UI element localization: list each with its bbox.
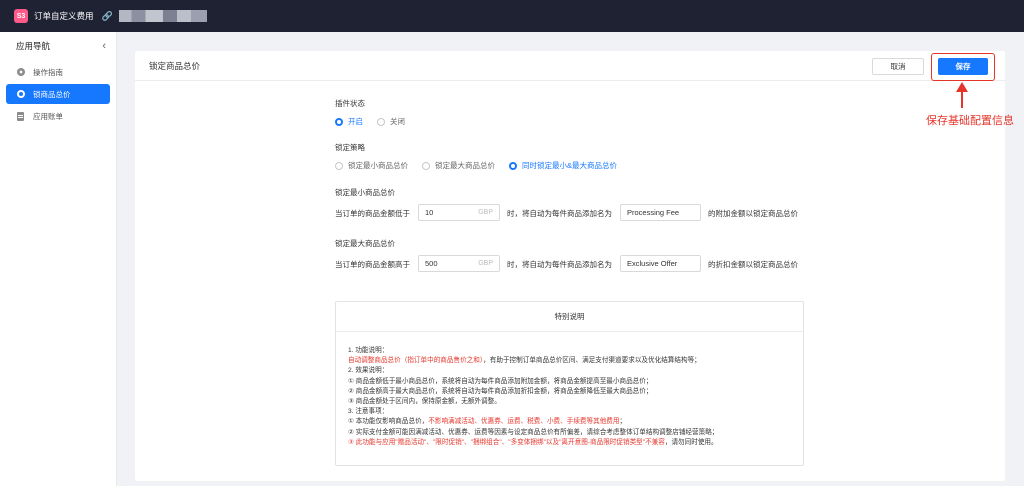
sidebar-item-label: 应用账单 [33,111,63,121]
radio-disable[interactable]: 关闭 [377,116,405,127]
max-lock-label: 锁定最大商品总价 [335,239,395,248]
fee-name-input[interactable] [627,208,694,217]
guide-icon [16,68,25,77]
top-bar: S3 订单自定义费用 🔗 [0,0,1024,32]
max-lock-suffix: 的折扣金额以锁定商品总价 [708,260,798,269]
radio-checked-icon[interactable] [335,117,343,126]
radio-unchecked-icon[interactable] [377,117,385,126]
notes-body: 1. 功能说明： 自动调整商品总价（指订单中的商品售价之和），有助于控制订单商品… [336,332,803,448]
sidebar-header: 应用导航 ‹ [0,32,116,60]
max-amount-input[interactable] [425,259,475,268]
strategy-radio-group: 锁定最小商品总价 锁定最大商品总价 同时锁定最小&最大商品总价 [335,160,631,171]
sidebar-title: 应用导航 [16,41,51,51]
discount-name-input[interactable] [627,259,694,268]
sidebar: 应用导航 ‹ 操作指南 锁商品总价 应用账单 [0,32,117,486]
annotation-label: 保存基础配置信息 [926,115,1014,127]
gear-icon [16,90,25,99]
arrow-up-icon [956,82,968,108]
sidebar-item-label: 锁商品总价 [33,89,71,99]
sidebar-item-label: 操作指南 [33,67,63,77]
document-icon [16,111,25,121]
note-line: ② 商品金额高于最大商品总价，系统将自动为每件商品添加折扣金额，将商品金额降低至… [348,387,653,395]
app-logo-icon: S3 [14,9,28,23]
radio-checked-icon[interactable] [509,161,517,170]
strategy-label: 锁定策略 [335,143,365,152]
min-lock-suffix: 的附加金额以锁定商品总价 [708,209,798,218]
sidebar-item-lock-price[interactable]: 锁商品总价 [6,84,110,104]
link-icon[interactable]: 🔗 [102,11,113,22]
collapse-chevron-icon[interactable]: ‹ [102,40,106,52]
radio-enable[interactable]: 开启 [335,116,363,127]
fee-name-field[interactable] [620,204,701,221]
max-lock-prefix: 当订单的商品金额高于 [335,260,410,269]
note-line: ③ 此功能与应用"赠品活动"、"限时促销"、"捆绑组合"、"多变体捆绑"以及"离… [348,438,718,446]
note-line: 1. 功能说明： [348,347,389,354]
note-line: ③ 商品金额处于区间内，保持原金额，无额外调整。 [348,398,501,406]
save-highlight-box [931,53,995,81]
note-line: ① 本功能仅影响商品总价，不影响满减活动、优惠券、运费、税费、小费、手续费等其他… [348,418,627,426]
currency-suffix: GBP [478,209,493,216]
min-lock-prefix: 当订单的商品金额低于 [335,209,410,218]
special-notes-panel: 特别说明 1. 功能说明： 自动调整商品总价（指订单中的商品售价之和），有助于控… [335,301,804,466]
min-lock-middle: 时，将自动为每件商品添加名为 [507,209,612,218]
note-line: ① 商品金额低于最小商品总价，系统将自动为每件商品添加附加金额，将商品金额提高至… [348,377,653,385]
radio-lock-both[interactable]: 同时锁定最小&最大商品总价 [509,160,617,171]
note-line: 3. 注意事项： [348,408,389,416]
sidebar-item-guide[interactable]: 操作指南 [6,62,110,82]
min-amount-field[interactable]: GBP [418,204,500,221]
note-line: ② 实际支付金额可能因满减活动、优惠券、运费等因素与设定商品总价有所偏差，请综合… [348,428,719,436]
notes-title: 特别说明 [336,302,803,332]
app-title: 订单自定义费用 [34,11,94,21]
min-amount-input[interactable] [425,208,475,217]
plugin-status-radio-group: 开启 关闭 [335,116,419,127]
note-line: 自动调整商品总价（指订单中的商品售价之和），有助于控制订单商品总价区间、满足支付… [348,357,701,365]
currency-suffix: GBP [478,260,493,267]
sidebar-item-billing[interactable]: 应用账单 [6,106,110,126]
radio-lock-max[interactable]: 锁定最大商品总价 [422,160,495,171]
note-line: 2. 效果说明： [348,367,389,375]
plugin-status-label: 插件状态 [335,99,365,108]
max-lock-middle: 时，将自动为每件商品添加名为 [507,260,612,269]
max-amount-field[interactable]: GBP [418,255,500,272]
cancel-button[interactable]: 取消 [872,58,924,75]
min-lock-label: 锁定最小商品总价 [335,188,395,197]
radio-unchecked-icon[interactable] [335,161,343,170]
radio-unchecked-icon[interactable] [422,161,430,170]
radio-lock-min[interactable]: 锁定最小商品总价 [335,160,408,171]
redacted-store-name [118,10,207,22]
discount-name-field[interactable] [620,255,701,272]
